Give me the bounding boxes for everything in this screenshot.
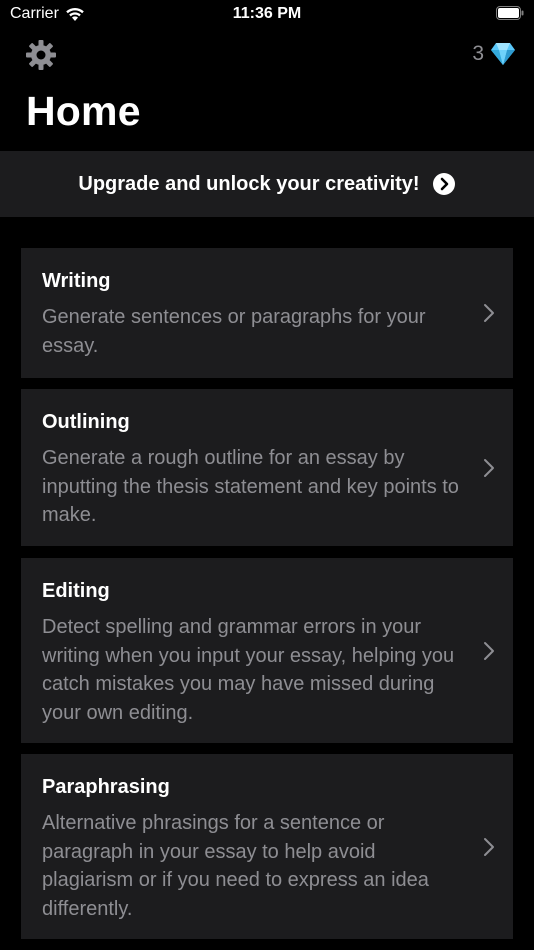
chevron-right-icon [484,642,494,660]
feature-title: Outlining [42,411,130,433]
feature-description: Alternative phrasings for a sentence or … [42,812,429,920]
battery-icon [496,6,524,20]
credits-count: 3 [472,42,484,65]
credits-counter[interactable]: 3 [472,42,516,66]
feature-card-paraphrasing[interactable]: Paraphrasing Alternative phrasings for a… [21,754,513,939]
page-title: Home [26,88,141,134]
feature-description: Detect spelling and grammar errors in yo… [42,616,455,724]
feature-title: Writing [42,270,111,292]
top-nav: 3 [0,34,534,78]
feature-description: Generate a rough outline for an essay by… [42,447,459,526]
feature-title: Paraphrasing [42,776,170,798]
feature-description: Generate sentences or paragraphs for you… [42,306,426,357]
status-time: 11:36 PM [232,5,302,22]
upgrade-banner[interactable]: Upgrade and unlock your creativity! [0,151,534,217]
chevron-right-icon [484,459,494,477]
feature-card-outlining[interactable]: Outlining Generate a rough outline for a… [21,389,513,546]
gear-icon[interactable] [24,38,58,72]
feature-title: Editing [42,580,110,602]
feature-card-writing[interactable]: Writing Generate sentences or paragraphs… [21,248,513,378]
feature-card-editing[interactable]: Editing Detect spelling and grammar erro… [21,558,513,743]
arrow-right-circle-icon [432,173,455,195]
status-bar: Carrier 11:36 PM [0,0,534,30]
chevron-right-icon [484,838,494,856]
gem-icon [491,43,515,65]
chevron-right-icon [484,304,494,322]
upgrade-label: Upgrade and unlock your creativity! [78,172,420,195]
